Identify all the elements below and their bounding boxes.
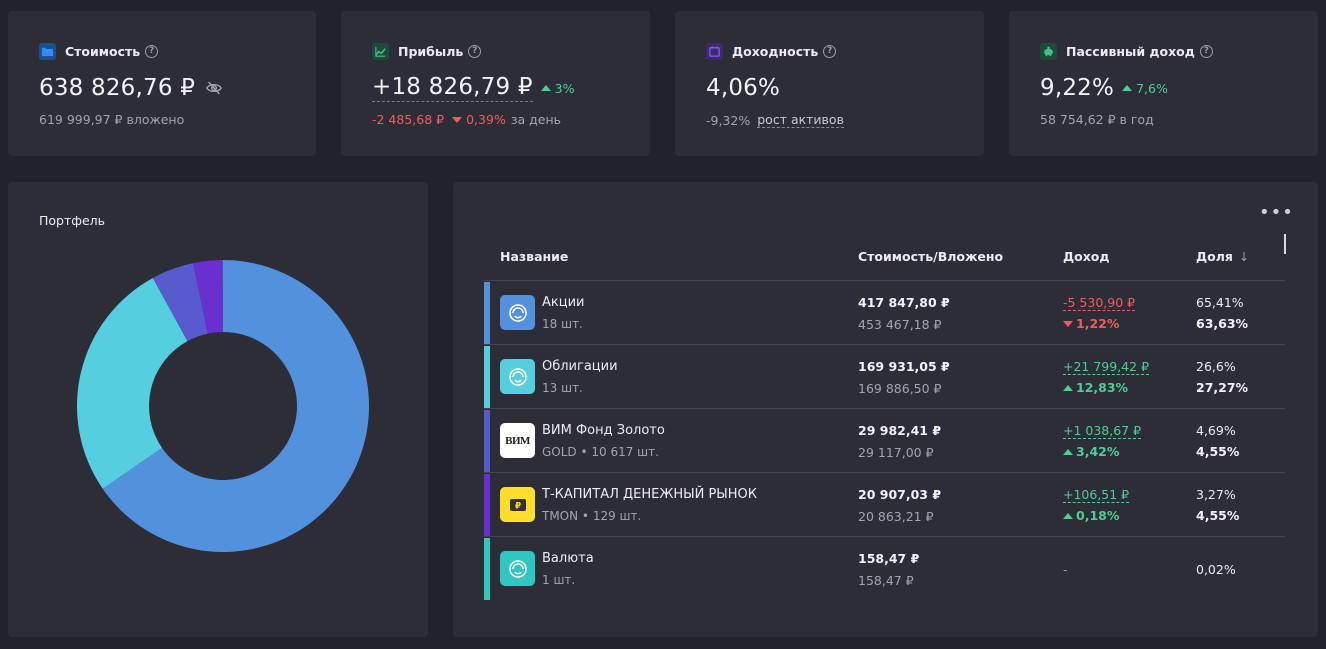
table-row[interactable]: Валюта 1 шт. 158,47 ₽ 158,47 ₽ - 0,02%	[484, 537, 1285, 601]
help-icon[interactable]: ?	[145, 44, 159, 58]
stat-label: Пассивный доход	[1066, 43, 1195, 59]
stat-label: Прибыль	[398, 43, 464, 59]
calendar-icon	[706, 42, 723, 60]
portfolio-card: Портфель	[8, 182, 428, 637]
more-options-icon[interactable]: •••	[1259, 204, 1294, 222]
holdings-table-card: ••• Название Стоимость/Вложено Доход Дол…	[453, 182, 1318, 637]
stat-delta: 3%	[541, 81, 575, 96]
day-change-pct: 0,39%	[452, 112, 506, 127]
table-row[interactable]: ₽ Т-КАПИТАЛ ДЕНЕЖНЫЙ РЫНОК TMON • 129 шт…	[484, 473, 1285, 537]
stat-sub: 619 999,97 ₽ вложено	[39, 112, 185, 127]
stat-value: 638 826,76 ₽	[39, 75, 196, 101]
portfolio-title: Портфель	[39, 213, 105, 228]
row-invested: 169 886,50 ₽	[858, 381, 942, 396]
table-row[interactable]: Акции 18 шт. 417 847,80 ₽ 453 467,18 ₽ -…	[484, 281, 1285, 345]
row-cost: 417 847,80 ₽	[858, 295, 950, 310]
row-cost: 158,47 ₽	[858, 551, 920, 566]
row-cost: 29 982,41 ₽	[858, 423, 942, 438]
row-accent	[484, 346, 490, 408]
stat-value[interactable]: +18 826,79 ₽	[372, 74, 533, 102]
vim-logo: ВИМ	[500, 423, 535, 458]
row-accent	[484, 538, 490, 600]
stat-label: Доходность	[732, 43, 819, 59]
row-income[interactable]: +106,51 ₽	[1063, 487, 1130, 503]
asset-growth-link[interactable]: рост активов	[757, 112, 844, 128]
header-share[interactable]: Доля ↓	[1196, 249, 1249, 264]
row-income[interactable]: +21 799,42 ₽	[1063, 359, 1150, 375]
header-share-label: Доля	[1196, 249, 1233, 264]
stat-card-passive: Пассивный доход ? 9,22% 7,6% 58 754,62 ₽…	[1009, 11, 1318, 156]
row-name: Акции	[542, 295, 585, 310]
row-invested: 20 863,21 ₽	[858, 509, 934, 524]
piggy-bank-icon	[1040, 42, 1057, 60]
day-change-label: за день	[510, 112, 561, 127]
row-name: ВИМ Фонд Золото	[542, 423, 665, 438]
row-invested: 29 117,00 ₽	[858, 445, 934, 460]
row-name: Т-КАПИТАЛ ДЕНЕЖНЫЙ РЫНОК	[542, 487, 758, 502]
row-income: -	[1063, 562, 1068, 577]
sort-down-icon: ↓	[1238, 249, 1250, 264]
header-income[interactable]: Доход	[1063, 249, 1109, 264]
help-icon[interactable]: ?	[823, 44, 837, 58]
stat-card-cost: Стоимость ? 638 826,76 ₽ 619 999,97 ₽ вл…	[8, 11, 316, 156]
table-header: Название Стоимость/Вложено Доход Доля ↓	[484, 246, 1285, 281]
vim-logo-text: ВИМ	[505, 434, 530, 447]
row-qty: 1 шт.	[542, 573, 576, 587]
row-qty: 13 шт.	[542, 381, 583, 395]
stat-value: 4,06%	[706, 75, 781, 101]
stat-card-profit: Прибыль ? +18 826,79 ₽ 3% -2 485,68 ₽ 0,…	[341, 11, 650, 156]
row-income-pct: 1,22%	[1063, 316, 1119, 331]
stat-card-yield: Доходность ? 4,06% -9,32% рост активов	[675, 11, 984, 156]
row-share-target: 63,63%	[1196, 316, 1249, 331]
row-share: 3,27%	[1196, 487, 1236, 502]
row-name: Валюта	[542, 551, 594, 566]
svg-text:₽: ₽	[514, 501, 520, 511]
row-income-pct: 3,42%	[1063, 444, 1119, 459]
stat-sub: 58 754,62 ₽ в год	[1040, 112, 1154, 127]
table-row[interactable]: ВИМ ВИМ Фонд Золото GOLD • 10 617 шт. 29…	[484, 409, 1285, 473]
row-qty: TMON • 129 шт.	[542, 509, 642, 523]
help-icon[interactable]: ?	[1199, 44, 1213, 58]
row-income[interactable]: -5 530,90 ₽	[1063, 295, 1136, 311]
stocks-icon	[500, 295, 535, 330]
t-capital-logo: ₽	[500, 487, 535, 522]
day-change-value: -2 485,68 ₽	[372, 112, 445, 127]
row-accent	[484, 282, 490, 344]
row-share-target: 4,55%	[1196, 508, 1240, 523]
row-income-pct: 12,83%	[1063, 380, 1128, 395]
row-qty: 18 шт.	[542, 317, 583, 331]
row-share: 0,02%	[1196, 562, 1236, 577]
row-accent	[484, 474, 490, 536]
header-name[interactable]: Название	[500, 249, 568, 264]
row-income[interactable]: +1 038,67 ₽	[1063, 423, 1142, 439]
row-cost: 169 931,05 ₽	[858, 359, 950, 374]
row-share-target: 4,55%	[1196, 444, 1240, 459]
row-cost: 20 907,03 ₽	[858, 487, 942, 502]
eye-off-icon[interactable]	[205, 79, 223, 97]
table-row[interactable]: Облигации 13 шт. 169 931,05 ₽ 169 886,50…	[484, 345, 1285, 409]
row-share: 4,69%	[1196, 423, 1236, 438]
bonds-icon	[500, 359, 535, 394]
portfolio-donut-chart[interactable]	[73, 256, 373, 556]
row-accent	[484, 410, 490, 472]
row-invested: 453 467,18 ₽	[858, 317, 942, 332]
asset-growth-value: -9,32%	[706, 112, 751, 128]
row-income-pct: 0,18%	[1063, 508, 1119, 523]
help-icon[interactable]: ?	[468, 44, 482, 58]
row-invested: 158,47 ₽	[858, 573, 914, 588]
stat-value: 9,22%	[1040, 75, 1115, 101]
row-name: Облигации	[542, 359, 618, 374]
header-cost[interactable]: Стоимость/Вложено	[858, 249, 1003, 264]
chart-icon	[372, 42, 389, 60]
row-share-target: 27,27%	[1196, 380, 1249, 395]
row-share: 65,41%	[1196, 295, 1244, 310]
row-qty: GOLD • 10 617 шт.	[542, 445, 659, 459]
currency-icon	[500, 551, 535, 586]
stat-delta: 7,6%	[1122, 81, 1168, 96]
folder-icon	[39, 42, 56, 60]
stat-label: Стоимость	[65, 43, 141, 59]
row-share: 26,6%	[1196, 359, 1236, 374]
